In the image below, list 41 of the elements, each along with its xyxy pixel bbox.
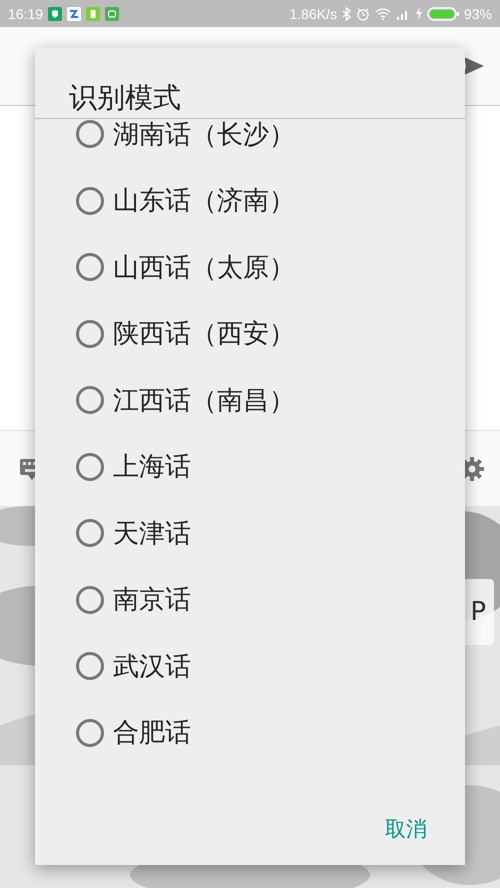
radio-option[interactable]: 天津话 (35, 500, 465, 566)
radio-button[interactable] (75, 318, 105, 349)
option-label: 天津话 (113, 518, 191, 551)
option-label: 江西话（南昌） (113, 384, 295, 418)
battery-icon (426, 6, 459, 20)
clock: 16:19 (8, 6, 44, 22)
option-label: 陕西话（西安） (113, 318, 295, 352)
radio-button[interactable] (75, 252, 105, 282)
radio-button[interactable] (75, 584, 105, 615)
option-label: 上海话 (113, 451, 191, 484)
radio-option[interactable]: 合肥话 (35, 700, 465, 766)
radio-option[interactable]: 湖南话（长沙） (35, 119, 465, 168)
option-label: 武汉话 (113, 650, 191, 684)
send-icon[interactable] (464, 57, 484, 75)
radio-button[interactable] (75, 718, 105, 748)
bluetooth-icon (342, 6, 351, 20)
option-label: 湖南话（长沙） (113, 119, 295, 152)
radio-option[interactable]: 山东话（济南） (35, 168, 465, 234)
battery-percent: 93% (464, 6, 492, 22)
radio-button[interactable] (75, 452, 105, 482)
radio-button[interactable] (75, 186, 105, 216)
battery-app-icon (86, 6, 100, 20)
radio-option[interactable]: 陕西话（西安） (35, 300, 465, 367)
network-speed: 1.86K/s (289, 6, 337, 22)
wifi-icon (374, 7, 391, 20)
radio-option[interactable]: 山西话（太原） (35, 234, 465, 300)
charging-icon (414, 7, 422, 20)
dialog-title: 识别模式 (35, 48, 465, 119)
option-label: 南京话 (113, 584, 191, 618)
option-label: 山西话（太原） (113, 252, 295, 285)
radio-option[interactable]: 江西话（南昌） (35, 367, 465, 434)
alarm-icon (356, 6, 370, 20)
radio-option[interactable]: 上海话 (35, 434, 465, 500)
option-label: 合肥话 (113, 717, 191, 750)
radio-button[interactable] (75, 518, 105, 548)
radio-button[interactable] (75, 385, 105, 416)
radio-button[interactable] (75, 651, 105, 682)
radio-button[interactable] (75, 119, 105, 150)
shield-icon (48, 6, 62, 20)
option-label: 山东话（济南） (113, 185, 295, 218)
app-icon (67, 6, 82, 20)
